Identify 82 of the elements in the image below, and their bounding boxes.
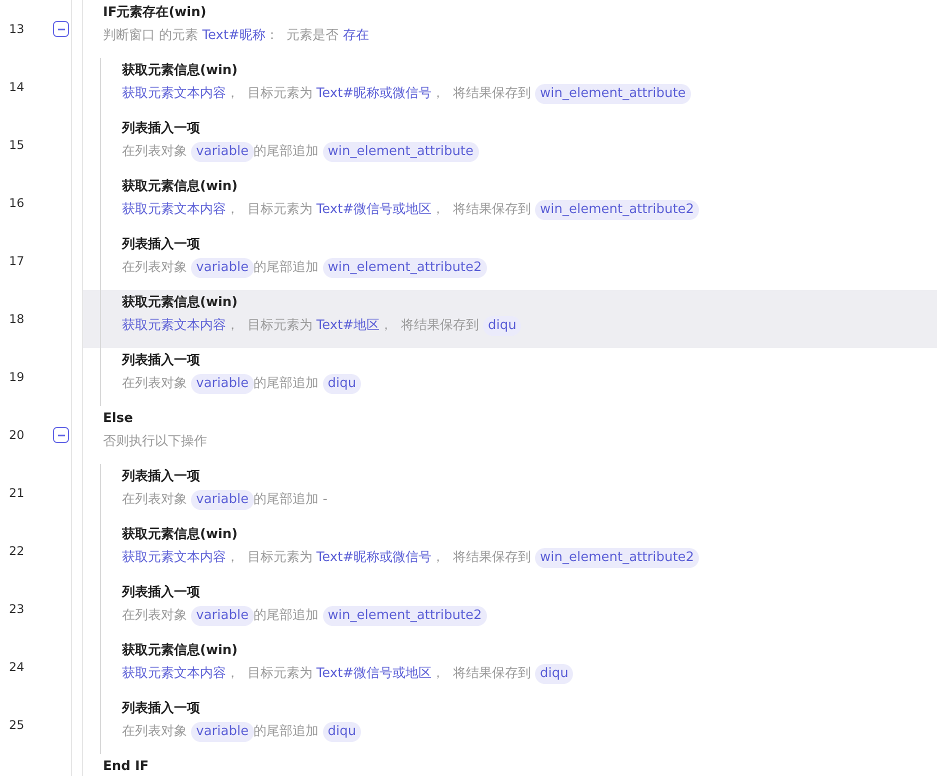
description-text: ， 目标元素为	[226, 665, 314, 683]
action-link[interactable]: 获取元素文本内容	[122, 663, 226, 685]
description-text: ， 将结果保存到	[432, 201, 532, 219]
action-link[interactable]: 获取元素文本内容	[122, 547, 226, 569]
variable-tag: variable	[191, 490, 254, 510]
variable-tag: diqu	[322, 722, 362, 742]
description-text: ， 将结果保存到	[432, 665, 532, 683]
variable-tag: win_element_attribute2	[322, 258, 487, 278]
action-link[interactable]: 获取元素文本内容	[122, 315, 226, 337]
line-number: 20	[9, 428, 24, 442]
line-number: 15	[9, 138, 24, 152]
variable-tag: variable	[191, 258, 254, 278]
action-link[interactable]: 获取元素文本内容	[122, 199, 226, 221]
variable-tag: variable	[191, 374, 254, 394]
step-title: 获取元素信息(win)	[122, 294, 239, 312]
line-number: 17	[9, 254, 24, 268]
step-title: 列表插入一项	[122, 236, 201, 254]
collapse-toggle[interactable]	[53, 427, 69, 443]
step-title: 列表插入一项	[122, 468, 201, 486]
description-text: 的尾部追加	[254, 259, 320, 277]
description-text: 在列表对象	[122, 143, 188, 161]
variable-tag: win_element_attribute2	[322, 606, 487, 626]
description-text: 的尾部追加	[254, 723, 320, 741]
line-number: 14	[9, 80, 24, 94]
line-number: 18	[9, 312, 24, 326]
description-text: 否则执行以下操作	[103, 433, 207, 451]
description-text: ， 目标元素为	[226, 317, 314, 335]
description-text: 在列表对象	[122, 491, 188, 509]
description-text: ， 目标元素为	[226, 85, 314, 103]
step-title: 列表插入一项	[122, 120, 201, 138]
line-number: 16	[9, 196, 24, 210]
description-text: 的尾部追加	[254, 607, 320, 625]
line-number: 23	[9, 602, 24, 616]
step-title: 列表插入一项	[122, 700, 201, 718]
description-text: 在列表对象	[122, 259, 188, 277]
action-link[interactable]: Text#地区	[316, 315, 380, 337]
line-number: 24	[9, 660, 24, 674]
variable-tag: variable	[191, 722, 254, 742]
variable-tag: diqu	[535, 664, 574, 684]
action-link[interactable]: 获取元素文本内容	[122, 83, 226, 105]
action-link[interactable]: Text#昵称或微信号	[316, 547, 432, 569]
line-number: 25	[9, 718, 24, 732]
line-number: 13	[9, 22, 24, 36]
step-title: 获取元素信息(win)	[122, 526, 239, 544]
description-text: 在列表对象	[122, 375, 188, 393]
step-title: End IF	[103, 758, 149, 776]
step-title: 列表插入一项	[122, 352, 201, 370]
variable-tag: win_element_attribute2	[535, 548, 700, 568]
collapse-toggle[interactable]	[53, 21, 69, 37]
step-title: Else	[103, 410, 134, 428]
action-link[interactable]: 存在	[342, 25, 369, 47]
description-text: ， 将结果保存到	[380, 317, 480, 335]
description-text: 在列表对象	[122, 723, 188, 741]
line-number: 22	[9, 544, 24, 558]
action-link[interactable]: Text#微信号或地区	[316, 663, 432, 685]
variable-tag: variable	[191, 142, 254, 162]
description-text: 在列表对象	[122, 607, 188, 625]
step-title: 列表插入一项	[122, 584, 201, 602]
description-text: 判断窗口 的元素	[103, 27, 200, 45]
description-text: 的尾部追加 -	[254, 491, 328, 509]
description-text: 的尾部追加	[254, 375, 320, 393]
variable-tag: variable	[191, 606, 254, 626]
variable-tag: diqu	[483, 316, 522, 336]
description-text: ， 目标元素为	[226, 549, 314, 567]
action-link[interactable]: Text#微信号或地区	[316, 199, 432, 221]
step-title: 获取元素信息(win)	[122, 178, 239, 196]
description-text: ： 元素是否	[265, 27, 340, 45]
description-text: ， 将结果保存到	[432, 85, 532, 103]
variable-tag: diqu	[322, 374, 362, 394]
line-number: 19	[9, 370, 24, 384]
description-text: ， 将结果保存到	[432, 549, 532, 567]
step-title: 获取元素信息(win)	[122, 642, 239, 660]
variable-tag: win_element_attribute	[535, 84, 691, 104]
variable-tag: win_element_attribute	[322, 142, 479, 162]
description-text: ， 目标元素为	[226, 201, 314, 219]
action-link[interactable]: Text#昵称	[202, 25, 266, 47]
line-number: 21	[9, 486, 24, 500]
variable-tag: win_element_attribute2	[535, 200, 700, 220]
step-title: 获取元素信息(win)	[122, 62, 239, 80]
description-text: 的尾部追加	[254, 143, 320, 161]
action-link[interactable]: Text#昵称或微信号	[316, 83, 432, 105]
step-title: IF元素存在(win)	[103, 4, 208, 22]
